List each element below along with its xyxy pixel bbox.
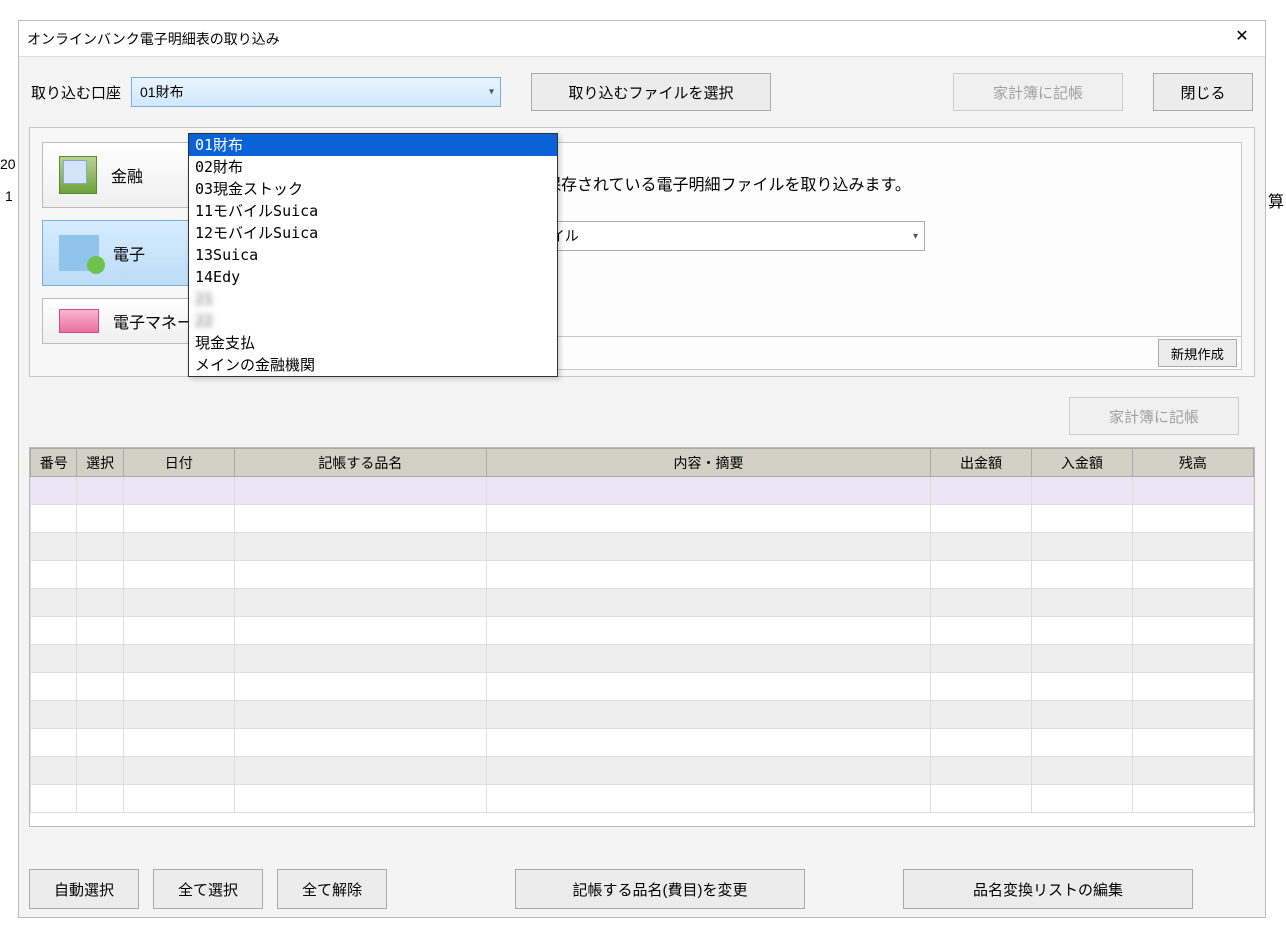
table-row[interactable] [31, 729, 1254, 757]
bank-icon [59, 156, 97, 194]
dialog-title: オンラインバンク電子明細表の取り込み [27, 29, 280, 49]
auto-select-button[interactable]: 自動選択 [29, 869, 139, 909]
col-header-in[interactable]: 入金額 [1031, 449, 1132, 477]
account-label: 取り込む口座 [31, 82, 121, 103]
table-row[interactable] [31, 533, 1254, 561]
select-file-button[interactable]: 取り込むファイルを選択 [531, 73, 771, 111]
account-option[interactable]: メインの金融機関 [189, 354, 557, 376]
tab-bank-label: 金融 [111, 163, 143, 187]
title-bar: オンラインバンク電子明細表の取り込み ✕ [19, 21, 1265, 57]
transactions-grid[interactable]: 番号 選択 日付 記帳する品名 内容・摘要 出金額 入金額 残高 [29, 447, 1255, 827]
grid-header-row: 番号 選択 日付 記帳する品名 内容・摘要 出金額 入金額 残高 [31, 449, 1254, 477]
toolbar: 取り込む口座 01財布 ▾ 取り込むファイルを選択 家計簿に記帳 閉じる [19, 57, 1265, 121]
table-row[interactable] [31, 701, 1254, 729]
col-header-summary[interactable]: 内容・摘要 [487, 449, 931, 477]
table-row[interactable] [31, 477, 1254, 505]
edit-conversion-list-button[interactable]: 品名変換リストの編集 [903, 869, 1193, 909]
table-row[interactable] [31, 589, 1254, 617]
col-header-date[interactable]: 日付 [123, 449, 234, 477]
record-button-top: 家計簿に記帳 [953, 73, 1123, 111]
table-row[interactable] [31, 505, 1254, 533]
account-dropdown[interactable]: 01財布02財布03現金ストック11モバイルSuica12モバイルSuica13… [188, 133, 558, 377]
col-header-name[interactable]: 記帳する品名 [234, 449, 486, 477]
col-header-no[interactable]: 番号 [31, 449, 77, 477]
account-option[interactable]: 13Suica [189, 244, 557, 266]
account-combo-value: 01財布 [140, 82, 184, 102]
grid-body [31, 477, 1254, 813]
table-row[interactable] [31, 757, 1254, 785]
col-header-balance[interactable]: 残高 [1132, 449, 1253, 477]
col-header-select[interactable]: 選択 [77, 449, 123, 477]
account-option[interactable]: 11モバイルSuica [189, 200, 557, 222]
bg-one: 1 [5, 188, 13, 204]
table-row[interactable] [31, 785, 1254, 813]
close-button[interactable]: 閉じる [1153, 73, 1253, 111]
table-row[interactable] [31, 673, 1254, 701]
account-option[interactable]: 22 [189, 310, 557, 332]
emoney-icon [59, 309, 99, 333]
account-option[interactable]: 21 [189, 288, 557, 310]
table-row[interactable] [31, 645, 1254, 673]
account-option[interactable]: 12モバイルSuica [189, 222, 557, 244]
col-header-out[interactable]: 出金額 [931, 449, 1032, 477]
file-icon [59, 235, 99, 271]
table-row[interactable] [31, 617, 1254, 645]
bg-calc-char: 算 [1268, 188, 1284, 212]
table-row[interactable] [31, 561, 1254, 589]
deselect-all-button[interactable]: 全て解除 [277, 869, 387, 909]
chevron-down-icon: ▾ [913, 231, 918, 242]
chevron-down-icon: ▾ [489, 87, 494, 98]
panel-description: ピューターに保存されている電子明細ファイルを取り込みます。 [449, 171, 1223, 195]
import-dialog: オンラインバンク電子明細表の取り込み ✕ 取り込む口座 01財布 ▾ 取り込むフ… [18, 20, 1266, 918]
account-option[interactable]: 03現金ストック [189, 178, 557, 200]
change-item-name-button[interactable]: 記帳する品名(費目)を変更 [515, 869, 805, 909]
account-option[interactable]: 02財布 [189, 156, 557, 178]
new-button[interactable]: 新規作成 [1158, 339, 1237, 367]
select-all-button[interactable]: 全て選択 [153, 869, 263, 909]
mid-record-row: 家計簿に記帳 [19, 383, 1265, 443]
tab-file-label: 電子 [113, 241, 145, 265]
close-icon[interactable]: ✕ [1219, 21, 1265, 51]
footer-toolbar: 自動選択 全て選択 全て解除 記帳する品名(費目)を変更 品名変換リストの編集 [29, 869, 1255, 909]
account-option[interactable]: 01財布 [189, 134, 557, 156]
record-button-mid: 家計簿に記帳 [1069, 397, 1239, 435]
account-combo[interactable]: 01財布 ▾ [131, 77, 501, 107]
account-option[interactable]: 14Edy [189, 266, 557, 288]
bg-year-fragment: 20 [0, 156, 16, 172]
account-option[interactable]: 現金支払 [189, 332, 557, 354]
